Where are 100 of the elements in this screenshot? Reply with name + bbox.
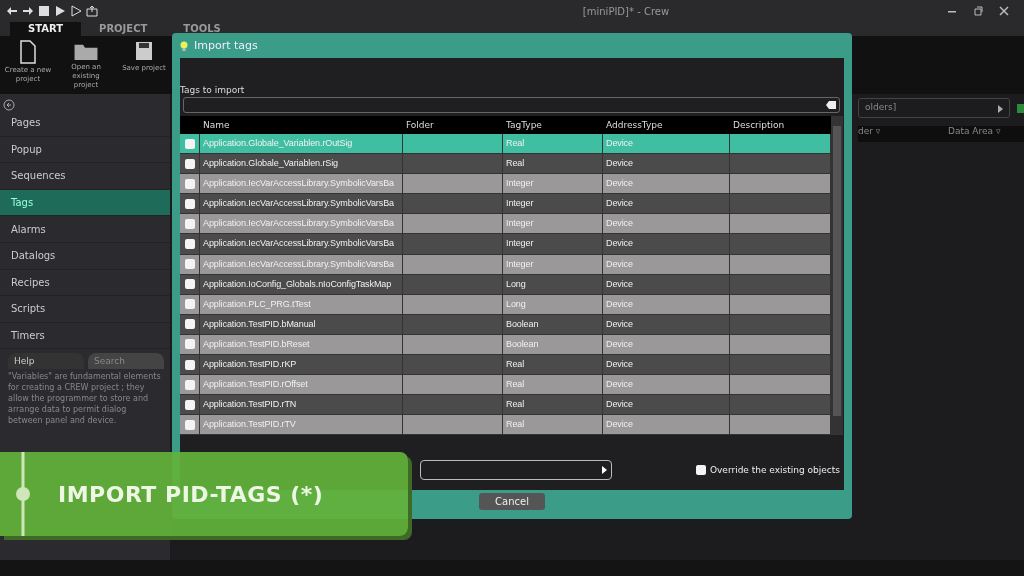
help-tab[interactable]: Help [8,353,84,370]
checkbox[interactable] [184,259,195,270]
column-header[interactable]: Description [730,116,831,134]
field-label: Tags to import [180,85,246,95]
play-icon[interactable] [54,5,66,17]
sidebar-item[interactable]: Tags [0,189,170,217]
checkbox[interactable] [184,319,195,330]
column-header[interactable]: AddressType [603,116,730,134]
timeline-marker-icon [16,452,30,536]
bulb-icon [180,40,188,51]
column-header[interactable]: TagType [503,116,603,134]
table-cell: Application.TestPID.bReset [200,334,403,355]
help-text: "Variables" are fundamental elements for creating a CREW project ; they allow the programmer to store and arrange data to permit dialog between panel and device. [8,371,162,427]
ribbon-tab[interactable]: PROJECT [81,22,166,36]
table-row[interactable]: Application.IoConfig_Globals.nIoConfigTaskMap Long Device [180,274,831,295]
column-header[interactable]: Name [200,116,403,134]
table-cell: Boolean [503,314,603,334]
table-cell: Device [603,134,730,154]
column-header[interactable]: Folder [403,116,503,134]
checkbox[interactable] [184,299,195,310]
table-cell: Real [503,134,603,154]
table-cell: Real [503,154,603,174]
checkbox[interactable] [184,198,195,209]
table-cell: Application.IecVarAccessLibrary.SymbolicVarsBa [200,194,403,214]
checkbox[interactable] [184,359,195,370]
table-cell: Integer [503,254,603,274]
table-row[interactable]: Application.IecVarAccessLibrary.SymbolicVarsBa Integer Device [180,194,831,215]
ribbon-tab[interactable]: TOOLS [165,22,239,36]
table-cell: Integer [503,174,603,194]
table-cell: Device [603,355,730,375]
play-outline-icon[interactable] [70,5,82,17]
table-cell: Real [503,415,603,435]
close-icon[interactable] [998,5,1010,17]
floppy-icon [135,40,153,62]
table-cell: Long [503,294,603,314]
table-cell: Application.TestPID.rOffset [200,375,403,395]
banner-title: IMPORT PID-TAGS (*) [58,481,324,507]
window-title: [miniPID]* - Crew [581,5,671,17]
checkbox[interactable] [184,138,195,149]
checkbox-label: Override the existing objects [709,465,840,475]
undo-icon[interactable] [6,5,18,17]
checkbox[interactable] [184,158,195,169]
redo-icon[interactable] [22,5,34,17]
table-cell: Integer [503,214,603,234]
checkbox[interactable] [184,379,195,390]
checkbox[interactable] [184,178,195,189]
table-cell: Real [503,395,603,415]
table-cell: Integer [503,194,603,214]
table-cell: Application.Globale_Variablen.rSig [200,154,403,174]
checkbox[interactable] [695,465,706,475]
table-cell: Device [603,254,730,274]
save-icon[interactable] [38,5,50,17]
table-cell: Device [603,395,730,415]
scrollbar[interactable] [831,116,843,436]
table-cell: Application.IecVarAccessLibrary.SymbolicVarsBa [200,214,403,234]
collapse-icon[interactable] [3,99,15,111]
checkbox[interactable] [184,339,195,350]
table-cell: Application.IoConfig_Globals.nIoConfigTaskMap [200,274,403,294]
table-cell: Real [503,375,603,395]
checkbox[interactable] [184,419,195,430]
checkbox[interactable] [184,218,195,229]
table-cell: Device [603,194,730,214]
folder-field[interactable]: olders] [858,98,1010,118]
table-cell: Application.IecVarAccessLibrary.SymbolicVarsBa [200,254,403,274]
table-cell: Device [603,314,730,334]
table-cell: Real [503,355,603,375]
table-cell: Application.TestPID.rTV [200,415,403,435]
table-cell: Device [603,174,730,194]
column-header[interactable]: der ▿ [858,126,918,142]
table-row[interactable]: Application.Globale_Variablen.rSig Real Device [180,154,831,175]
table-row[interactable]: Application.TestPID.rTN Real Device [180,395,831,416]
table-cell: Application.PLC_PRG.tTest [200,294,403,314]
restore-icon[interactable] [972,5,984,17]
table-cell: Long [503,274,603,294]
search-field[interactable] [183,97,840,113]
table-row[interactable]: Application.TestPID.bManual Boolean Device [180,314,831,335]
ribbon-tab[interactable]: START [10,22,82,36]
file-icon [19,40,37,64]
table-cell: Integer [503,234,603,254]
caret-icon [998,105,1003,113]
table-cell: Boolean [503,334,603,355]
table-cell: Device [603,294,730,314]
table-cell: Device [603,274,730,294]
combo-field[interactable] [420,460,612,480]
table-cell: Application.TestPID.bManual [200,314,403,334]
checkbox[interactable] [184,239,195,249]
cancel-button[interactable]: Cancel [479,493,545,510]
checkbox[interactable] [184,399,195,410]
table-cell: Device [603,154,730,174]
column-header[interactable]: Data Area ▿ [948,126,1008,142]
table-cell: Application.TestPID.rTN [200,395,403,415]
checkbox[interactable] [184,279,195,290]
table-cell: Application.Globale_Variablen.rOutSig [200,134,403,154]
dialog-title: Import tags [194,39,258,52]
table-row[interactable]: Application.TestPID.rKP Real Device [180,355,831,376]
table-cell: Device [603,214,730,234]
table-row[interactable]: Application.IecVarAccessLibrary.SymbolicVarsBa Integer Device [180,234,831,255]
table-cell: Device [603,375,730,395]
caret-icon [602,466,607,474]
export-icon[interactable] [86,5,98,17]
